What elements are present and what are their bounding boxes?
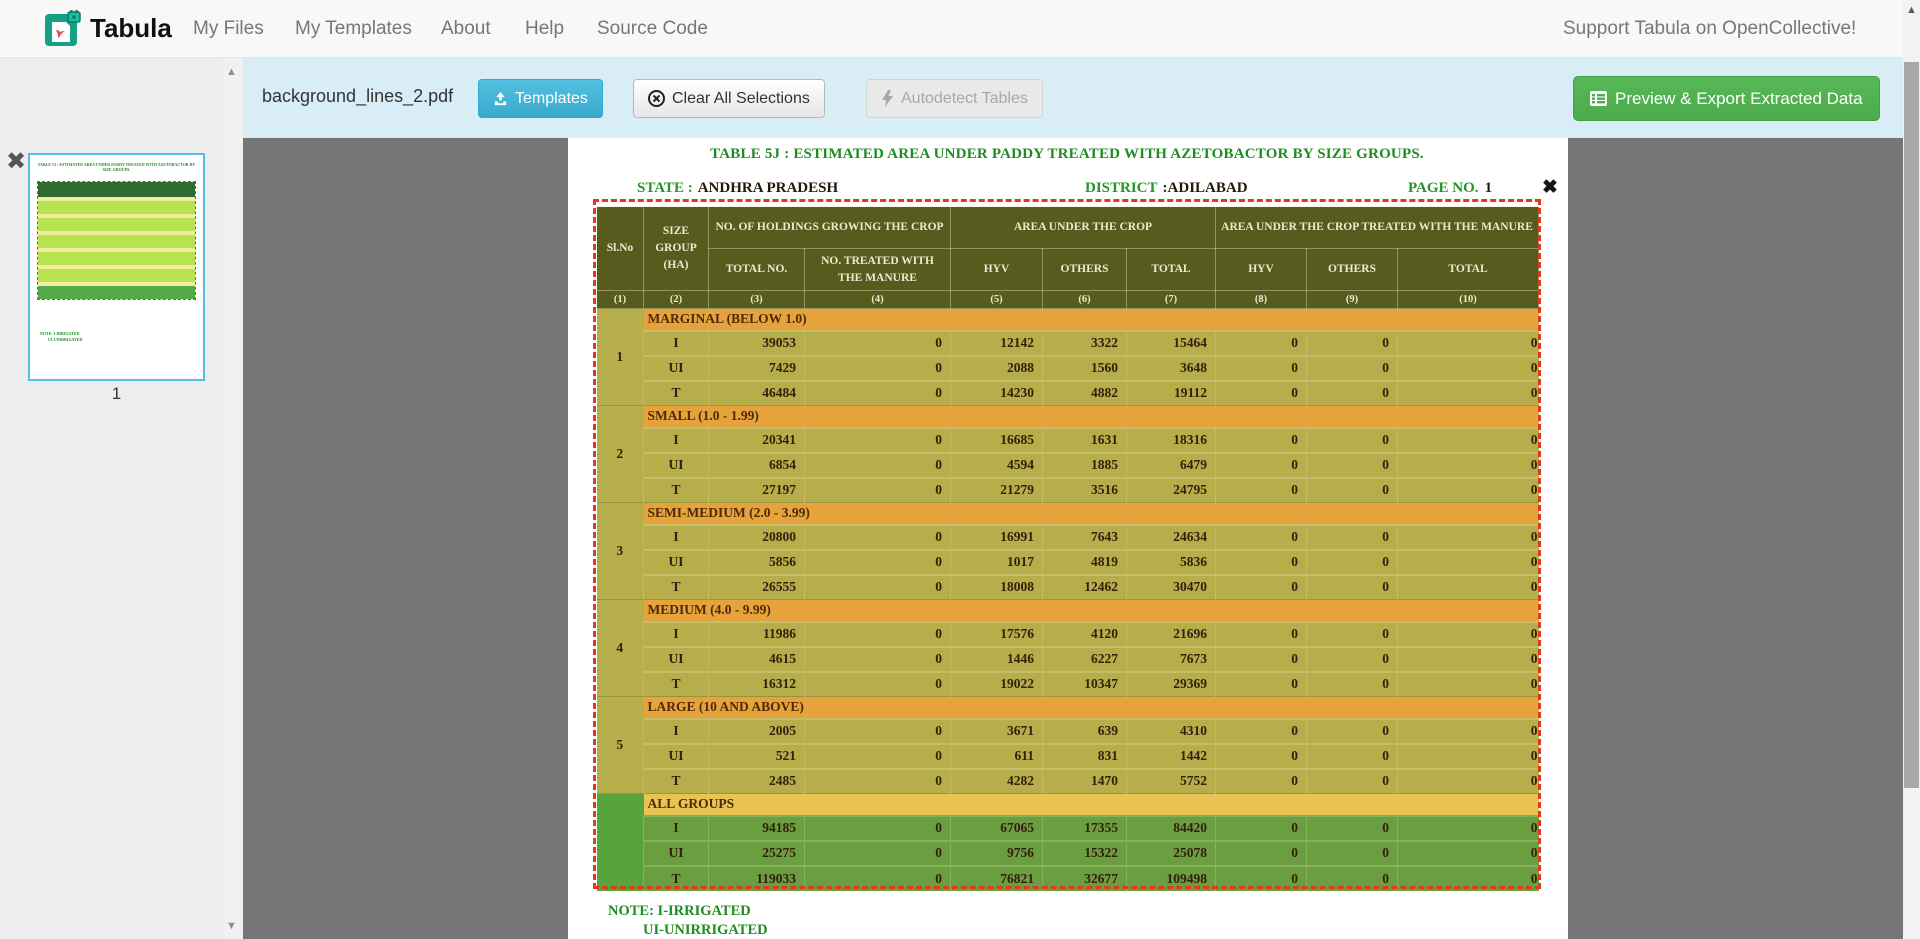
clear-all-selections-button[interactable]: Clear All Selections bbox=[633, 79, 825, 118]
clear-button-label: Clear All Selections bbox=[672, 90, 810, 108]
main-scroll-up-icon[interactable]: ▲ bbox=[1906, 4, 1917, 16]
sidebar-scrollbar[interactable]: ▲ ▼ bbox=[223, 58, 243, 939]
state-label: STATE : bbox=[637, 180, 693, 196]
preview-export-button[interactable]: Preview & Export Extracted Data bbox=[1573, 76, 1880, 121]
district-value: :ADILABAD bbox=[1163, 180, 1248, 196]
autodetect-tables-button[interactable]: Autodetect Tables bbox=[866, 79, 1043, 118]
pdf-district-line: DISTRICT :ADILABAD bbox=[1085, 180, 1248, 197]
main-scrollbar[interactable]: ▲ bbox=[1903, 0, 1920, 939]
table-list-icon bbox=[1590, 90, 1607, 107]
lightning-bolt-icon bbox=[881, 90, 894, 107]
pageno-label: PAGE NO. bbox=[1408, 180, 1479, 196]
thumbnail-title-text: TABLE 5J : ESTIMATED AREA UNDER PADDY TR… bbox=[34, 162, 199, 178]
thumbnail-table-header bbox=[38, 182, 195, 197]
nav-item-help[interactable]: Help bbox=[525, 18, 564, 40]
nav-item-my-templates[interactable]: My Templates bbox=[295, 18, 412, 40]
document-filename: background_lines_2.pdf bbox=[262, 86, 453, 107]
export-button-label: Preview & Export Extracted Data bbox=[1615, 89, 1863, 109]
pdf-table-title: TABLE 5J : ESTIMATED AREA UNDER PADDY TR… bbox=[596, 146, 1538, 163]
pdf-notes: NOTE: I-IRRIGATED UI-UNIRRIGATED bbox=[608, 902, 768, 939]
pageno-value: 1 bbox=[1485, 180, 1493, 196]
thumbnail-table bbox=[37, 181, 196, 300]
remove-circle-icon bbox=[648, 90, 665, 107]
templates-button-label: Templates bbox=[515, 90, 588, 108]
upload-icon bbox=[493, 91, 508, 106]
thumbnail-note-line: UI-UNIRRIGATED bbox=[40, 337, 190, 343]
pdf-state-line: STATE : ANDHRA PRADESH bbox=[637, 180, 838, 197]
table-selection-box[interactable] bbox=[593, 199, 1541, 889]
thumbnail-rows bbox=[38, 235, 195, 248]
tabula-logo-icon bbox=[44, 10, 82, 48]
district-label: DISTRICT bbox=[1085, 180, 1158, 196]
thumbnail-rows bbox=[38, 286, 195, 299]
note-line-1: NOTE: I-IRRIGATED bbox=[608, 902, 768, 921]
pdf-viewer: TABLE 5J : ESTIMATED AREA UNDER PADDY TR… bbox=[243, 138, 1903, 939]
thumbnail-page-number: 1 bbox=[28, 384, 205, 404]
sidebar-scroll-up-icon[interactable]: ▲ bbox=[226, 66, 237, 78]
page-thumbnail[interactable]: TABLE 5J : ESTIMATED AREA UNDER PADDY TR… bbox=[28, 153, 205, 381]
note-line-2: UI-UNIRRIGATED bbox=[608, 921, 768, 939]
thumbnail-rows bbox=[38, 201, 195, 214]
thumbnail-rows bbox=[38, 269, 195, 282]
sidebar-scroll-down-icon[interactable]: ▼ bbox=[226, 920, 237, 932]
support-link[interactable]: Support Tabula on OpenCollective! bbox=[1563, 18, 1856, 40]
nav-item-about[interactable]: About bbox=[441, 18, 491, 40]
thumbnail-rows bbox=[38, 218, 195, 231]
page-thumbnail-sidebar: ✖ TABLE 5J : ESTIMATED AREA UNDER PADDY … bbox=[0, 58, 243, 939]
main-scrollbar-thumb[interactable] bbox=[1904, 62, 1919, 788]
state-value: ANDHRA PRADESH bbox=[698, 180, 838, 196]
navbar: Tabula My Files My Templates About Help … bbox=[0, 0, 1920, 58]
toolbar: background_lines_2.pdf Templates Clear A… bbox=[243, 58, 1903, 138]
tabula-app: Tabula My Files My Templates About Help … bbox=[0, 0, 1920, 939]
pdf-page[interactable]: TABLE 5J : ESTIMATED AREA UNDER PADDY TR… bbox=[568, 138, 1568, 939]
delete-page-icon[interactable]: ✖ bbox=[6, 150, 26, 174]
pdf-pageno-line: PAGE NO. 1 bbox=[1408, 180, 1492, 197]
nav-item-my-files[interactable]: My Files bbox=[193, 18, 264, 40]
thumbnail-rows bbox=[38, 252, 195, 265]
templates-button[interactable]: Templates bbox=[478, 79, 603, 118]
brand-name[interactable]: Tabula bbox=[90, 13, 172, 44]
nav-item-source-code[interactable]: Source Code bbox=[597, 18, 708, 40]
autodetect-button-label: Autodetect Tables bbox=[901, 90, 1028, 108]
remove-selection-icon[interactable]: ✖ bbox=[1542, 178, 1558, 197]
